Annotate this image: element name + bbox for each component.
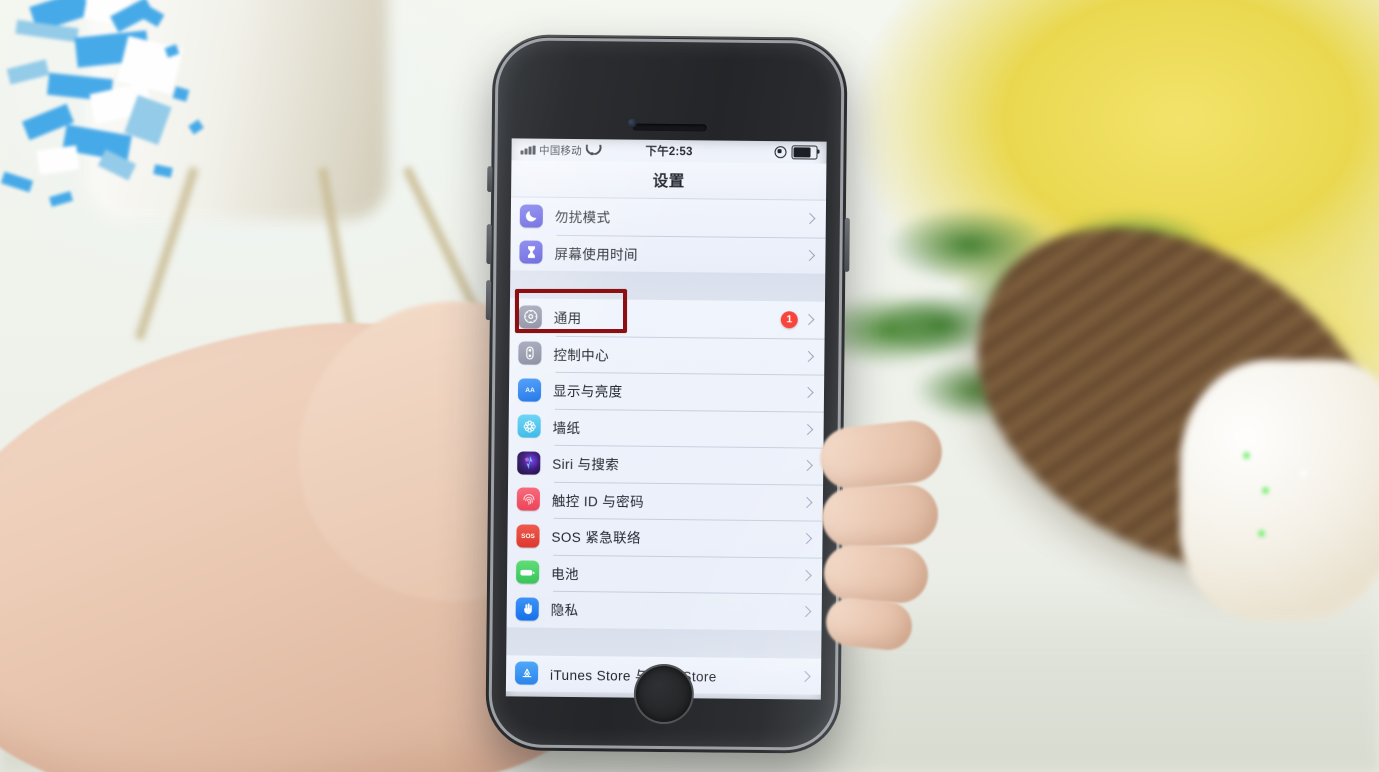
silent-switch[interactable] [487, 166, 493, 193]
settings-row-display-brightness[interactable]: AA 显示与亮度 [509, 371, 824, 411]
settings-row-label: 电池 [551, 566, 579, 582]
glitter-sparkle [1258, 530, 1265, 537]
earpiece-speaker [632, 123, 707, 132]
control-center-icon [518, 341, 542, 365]
power-button[interactable] [844, 217, 850, 272]
settings-list[interactable]: 勿扰模式 屏幕使用时间 通用 1 控制中心 AA 显示与亮度 墙纸 Siri 与… [505, 197, 827, 695]
battery-icon [791, 145, 818, 160]
group-separator [509, 270, 826, 302]
settings-row-label: Siri 与搜索 [552, 457, 620, 473]
photo-scene: 中国移动 下午2:53 设置 勿扰模式 屏幕使用时间 通用 1 控制中心 AA … [0, 0, 1379, 772]
navigation-bar: 设置 [511, 160, 827, 201]
settings-row-do-not-disturb[interactable]: 勿扰模式 [511, 197, 826, 237]
signal-bars-icon [520, 145, 536, 155]
glitter-sparkle [1262, 487, 1269, 494]
settings-row-sos[interactable]: SOS SOS 紧急联络 [507, 517, 822, 557]
front-camera [627, 118, 637, 128]
rotation-lock-icon [774, 146, 787, 159]
app-store-icon [514, 661, 539, 685]
glitter-sparkle [1243, 452, 1250, 459]
page-title: 设置 [652, 172, 685, 191]
volume-up-button[interactable] [486, 224, 492, 265]
settings-row-label: 屏幕使用时间 [554, 246, 638, 263]
settings-row-touch-id-passcode[interactable]: 触控 ID 与密码 [508, 481, 823, 521]
wifi-icon [586, 146, 598, 155]
siri-icon [517, 451, 541, 475]
iphone-device: 中国移动 下午2:53 设置 勿扰模式 屏幕使用时间 通用 1 控制中心 AA … [485, 34, 850, 754]
settings-row-label: 控制中心 [553, 347, 610, 364]
settings-row-label: 显示与亮度 [552, 384, 623, 400]
settings-row-control-center[interactable]: 控制中心 [509, 335, 824, 375]
settings-row-privacy[interactable]: 隐私 [507, 590, 822, 630]
phone-screen[interactable]: 中国移动 下午2:53 设置 勿扰模式 屏幕使用时间 通用 1 控制中心 AA … [505, 138, 827, 700]
shattered-glass-graphic [0, 0, 240, 240]
gear-icon [518, 305, 542, 329]
group-separator [506, 626, 822, 659]
fingerprint-icon [516, 487, 541, 511]
settings-row-label: 隐私 [550, 603, 579, 619]
sos-icon: SOS [516, 524, 540, 548]
middle-finger [820, 483, 940, 549]
settings-row-wallpaper[interactable]: 墙纸 [508, 408, 823, 448]
wallpaper-flower-icon [517, 414, 541, 438]
group-notifications: 勿扰模式 屏幕使用时间 [510, 197, 827, 274]
chevron-right-icon [803, 314, 815, 326]
settings-row-label: 勿扰模式 [554, 210, 611, 226]
display-brightness-icon: AA [517, 378, 542, 402]
settings-row-screen-time[interactable]: 屏幕使用时间 [510, 234, 825, 274]
status-bar: 中国移动 下午2:53 [511, 138, 826, 163]
settings-row-label: SOS 紧急联络 [551, 530, 642, 546]
settings-row-general[interactable]: 通用 1 [510, 298, 825, 338]
ring-finger [823, 544, 929, 604]
status-time: 下午2:53 [645, 145, 693, 159]
glitter-tulle [1180, 360, 1379, 620]
svg-text:SOS: SOS [521, 533, 535, 540]
carrier-label: 中国移动 [538, 144, 582, 157]
settings-row-label: 通用 [553, 311, 582, 327]
moon-icon [519, 204, 543, 228]
settings-row-battery[interactable]: 电池 [507, 554, 822, 594]
group-system: 通用 1 控制中心 AA 显示与亮度 墙纸 Siri 与搜索 触控 ID 与密码… [506, 298, 825, 631]
privacy-hand-icon [515, 597, 539, 621]
svg-text:AA: AA [525, 387, 535, 394]
notification-badge: 1 [780, 310, 798, 329]
settings-row-siri-search[interactable]: Siri 与搜索 [508, 444, 823, 484]
home-button[interactable] [633, 663, 694, 725]
settings-row-label: 触控 ID 与密码 [551, 493, 645, 510]
volume-down-button[interactable] [485, 280, 492, 321]
hourglass-icon [519, 240, 543, 264]
battery-settings-icon [516, 560, 540, 584]
glitter-sparkle [1300, 470, 1307, 477]
settings-row-label: 墙纸 [552, 420, 581, 436]
